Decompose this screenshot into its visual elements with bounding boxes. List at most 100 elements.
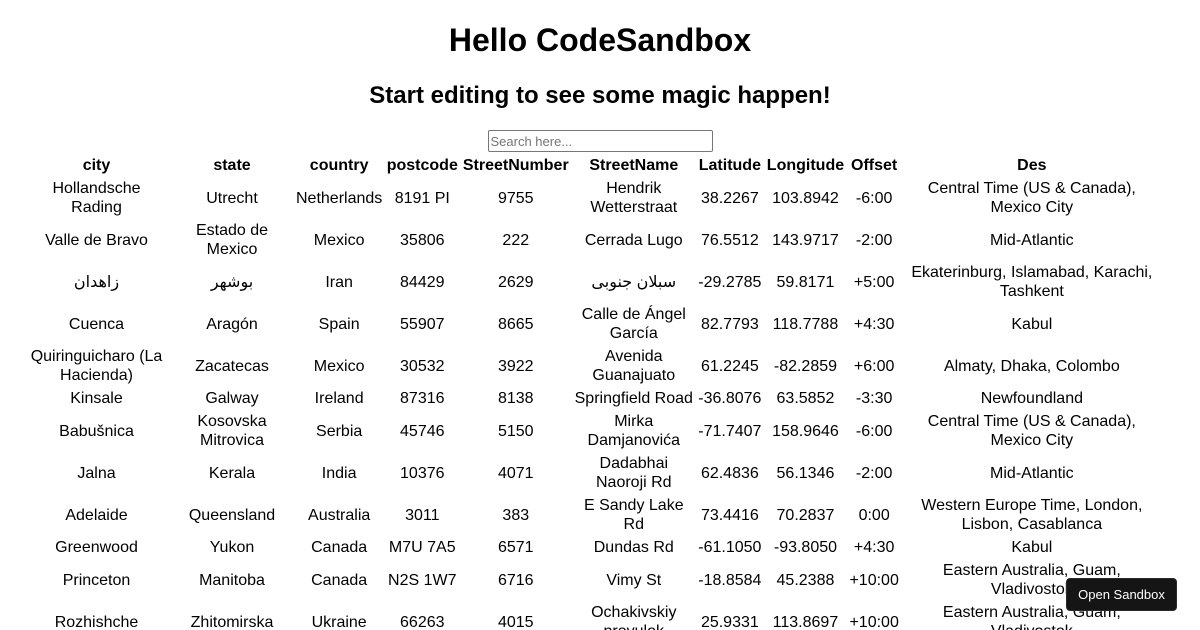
cell-street-name: Dundas Rd [593,539,674,556]
cell-longitude: 113.8697 [772,613,839,630]
cell-city: Rozhishche [54,613,139,630]
cell-street-name: E Sandy Lake Rd [583,497,684,533]
table-row: Kinsale Galway Ireland 87316 8138 Springfield… [24,388,1162,409]
cell-latitude: -18.8584 [698,571,762,589]
cell-longitude: -93.8050 [773,539,838,556]
cell-country: Netherlands [296,189,383,207]
column-header-street-name: StreetName [589,157,679,174]
page: Hello CodeSandbox Start editing to see s… [0,0,1200,630]
cell-offset: +10:00 [849,613,899,630]
cell-latitude: 82.7793 [700,315,759,333]
search-container [0,130,1200,152]
cell-offset: +10:00 [849,571,899,589]
cell-postcode: 35806 [400,231,445,249]
column-header-postcode: postcode [386,157,458,174]
cell-street-name: Avenida Guanajuato [592,348,676,384]
cell-latitude: 25.9331 [700,613,759,630]
cell-longitude: 45.2388 [776,571,835,589]
cell-street-number: 3922 [497,357,534,375]
cell-street-number: 5150 [497,422,534,440]
cell-street-number: 8665 [497,315,534,333]
cell-longitude: 70.2837 [776,506,835,524]
table-row: Princeton Manitoba Canada N2S 1W7 6716 Vimy S… [24,560,1162,600]
cell-offset: -6:00 [855,422,893,440]
cell-city: Hollandsche Rading [52,180,141,216]
cell-des: Mid-Atlantic [990,231,1074,249]
cell-longitude: -82.2859 [773,357,838,375]
cell-street-name: Dadabhai Naoroji Rd [595,455,672,491]
cell-city: Jalna [77,464,116,482]
cell-city: زاهدان [73,273,120,291]
table-row: Babušnica Kosovska Mitrovica Serbia 45746 51… [24,411,1162,451]
cell-city: Cuenca [68,315,125,333]
cell-state: Kosovska Mitrovica [197,413,267,449]
cell-city: Princeton [62,571,131,589]
table-row: Rozhishche Zhitomirska Ukraine 66263 4015 Och… [24,602,1162,630]
table-row: Greenwood Yukon Canada M7U 7A5 6571 Dundas Rd… [24,537,1162,558]
cell-state: Manitoba [199,571,265,589]
cell-postcode: N2S 1W7 [388,571,457,589]
page-title: Hello CodeSandbox [448,22,752,58]
cell-longitude: 103.8942 [772,189,839,207]
cell-state: Aragón [206,315,258,333]
cell-offset: +5:00 [853,273,895,291]
page-subtitle: Start editing to see some magic happen! [369,82,831,109]
cell-latitude: 38.2267 [700,189,759,207]
cell-country: India [321,464,357,482]
cell-state: Estado de Mexico [195,222,269,258]
cell-postcode: 45746 [400,422,445,440]
cell-latitude: -36.8076 [698,390,762,407]
cell-street-number: 9755 [497,189,534,207]
cell-street-name: Vimy St [606,571,662,589]
cell-state: Galway [205,390,259,407]
cell-offset: -2:00 [855,464,893,482]
cell-country: Australia [308,506,371,524]
open-sandbox-button[interactable]: Open Sandbox [1066,578,1177,611]
cell-latitude: 62.4836 [700,464,759,482]
table-header-row: city state country postcode StreetNumber… [24,155,1162,176]
cell-offset: -2:00 [855,231,893,249]
cell-street-name: سبلان جنوبی [591,273,677,291]
cell-des: Kabul [1011,315,1053,333]
cell-offset: +6:00 [853,357,895,375]
cell-city: Adelaide [65,506,128,524]
cell-des: Central Time (US & Canada), Mexico City [927,180,1136,216]
column-header-state: state [213,157,251,174]
cell-street-number: 6571 [497,539,534,556]
cell-street-name: Calle de Ángel García [581,306,686,342]
table-body: Hollandsche Rading Utrecht Netherlands 8191… [24,178,1162,630]
cell-state: Zacatecas [195,357,269,375]
cell-street-number: 2629 [497,273,534,291]
cell-latitude: 73.4416 [700,506,759,524]
cell-city: Kinsale [70,390,123,407]
cell-street-number: 4015 [497,613,534,630]
cell-postcode: 8191 PI [394,189,450,207]
cell-longitude: 158.9646 [772,422,839,440]
cell-longitude: 143.9717 [772,231,839,249]
cell-country: Canada [311,539,368,556]
cell-state: Zhitomirska [190,613,274,630]
cell-des: Kabul [1011,539,1053,556]
cell-postcode: 84429 [400,273,445,291]
cell-des: Ekaterinburg, Islamabad, Karachi, Tashke… [911,264,1153,300]
cell-country: Spain [318,315,360,333]
cell-state: Yukon [209,539,255,556]
cell-state: Queensland [188,506,276,524]
cell-longitude: 118.7788 [772,315,839,333]
search-input[interactable] [487,130,713,152]
column-header-street-number: StreetNumber [462,157,569,174]
cell-offset: 0:00 [858,506,890,524]
column-header-offset: Offset [851,157,898,174]
cell-state: Utrecht [206,189,258,207]
cell-city: Quiringuicharo (La Hacienda) [30,348,163,384]
cell-postcode: 10376 [400,464,445,482]
cell-street-name: Hendrik Wetterstraat [590,180,678,216]
cell-street-name: Cerrada Lugo [584,231,683,249]
table-row: Cuenca Aragón Spain 55907 8665 Calle de Ángel… [24,304,1162,344]
column-header-city: city [82,157,111,174]
table-row: Adelaide Queensland Australia 3011 383 E Sand… [24,495,1162,535]
cell-street-name: Springfield Road [574,390,693,407]
cell-des: Newfoundland [980,390,1083,407]
cell-state: Kerala [208,464,256,482]
cell-des: Mid-Atlantic [990,464,1074,482]
